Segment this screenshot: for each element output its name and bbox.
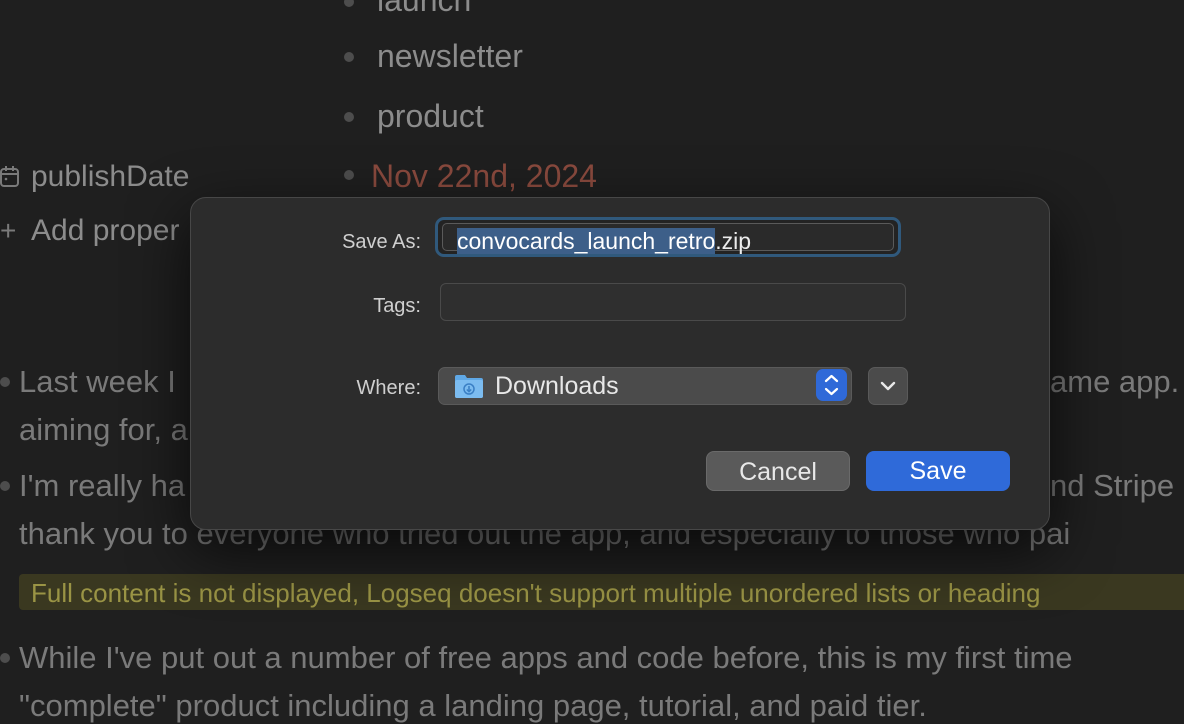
list-bullet <box>344 52 354 62</box>
filename-field[interactable]: convocards_launch_retro.zip <box>435 217 901 257</box>
calendar-icon <box>0 166 19 187</box>
list-bullet <box>0 481 10 491</box>
plus-icon: + <box>0 215 17 246</box>
list-bullet <box>0 377 10 387</box>
paragraph-2-line-1: I'm really ha <box>19 468 186 503</box>
filename-text: convocards_launch_retro.zip <box>457 228 751 255</box>
warning-text: Full content is not displayed, Logseq do… <box>31 578 1041 608</box>
updown-chevron-icon <box>824 374 839 396</box>
tag-item-product[interactable]: product <box>377 98 484 135</box>
tags-field[interactable] <box>440 283 906 321</box>
list-bullet <box>344 0 354 7</box>
unsupported-content-warning: Full content is not displayed, Logseq do… <box>19 574 1184 610</box>
publish-date-value[interactable]: Nov 22nd, 2024 <box>371 158 597 195</box>
add-property-button[interactable]: Add proper <box>31 214 179 248</box>
paragraph-2-line-1-right: nd Stripe <box>1050 468 1175 503</box>
where-popup[interactable]: Downloads <box>438 367 852 405</box>
tags-label: Tags: <box>373 295 421 317</box>
save-dialog: Save As: convocards_launch_retro.zip Tag… <box>190 197 1050 530</box>
cancel-button[interactable]: Cancel <box>706 451 850 491</box>
save-button[interactable]: Save <box>866 451 1010 491</box>
downloads-folder-icon <box>455 375 483 398</box>
list-bullet <box>344 170 354 180</box>
tag-item-launch[interactable]: launch <box>377 0 471 19</box>
list-bullet <box>0 653 10 663</box>
filename-selected-text: convocards_launch_retro <box>457 228 716 254</box>
expand-dialog-button[interactable] <box>868 367 908 405</box>
list-bullet <box>344 112 354 122</box>
property-publish-date: publishDate <box>31 160 190 193</box>
paragraph-1-line-1-right: ame app. <box>1050 364 1180 399</box>
paragraph-3-line-2: "complete" product including a landing p… <box>19 688 927 723</box>
save-as-label: Save As: <box>342 231 421 253</box>
chevron-down-icon <box>880 381 896 391</box>
where-value: Downloads <box>495 372 619 400</box>
paragraph-1-line-2: aiming for, a <box>19 412 188 447</box>
filename-extension: .zip <box>715 228 752 254</box>
tag-item-newsletter[interactable]: newsletter <box>377 38 523 75</box>
paragraph-1-line-1: Last week I <box>19 364 176 399</box>
paragraph-3-line-1: While I've put out a number of free apps… <box>19 640 1073 675</box>
where-stepper[interactable] <box>816 369 847 401</box>
where-label: Where: <box>356 377 421 399</box>
